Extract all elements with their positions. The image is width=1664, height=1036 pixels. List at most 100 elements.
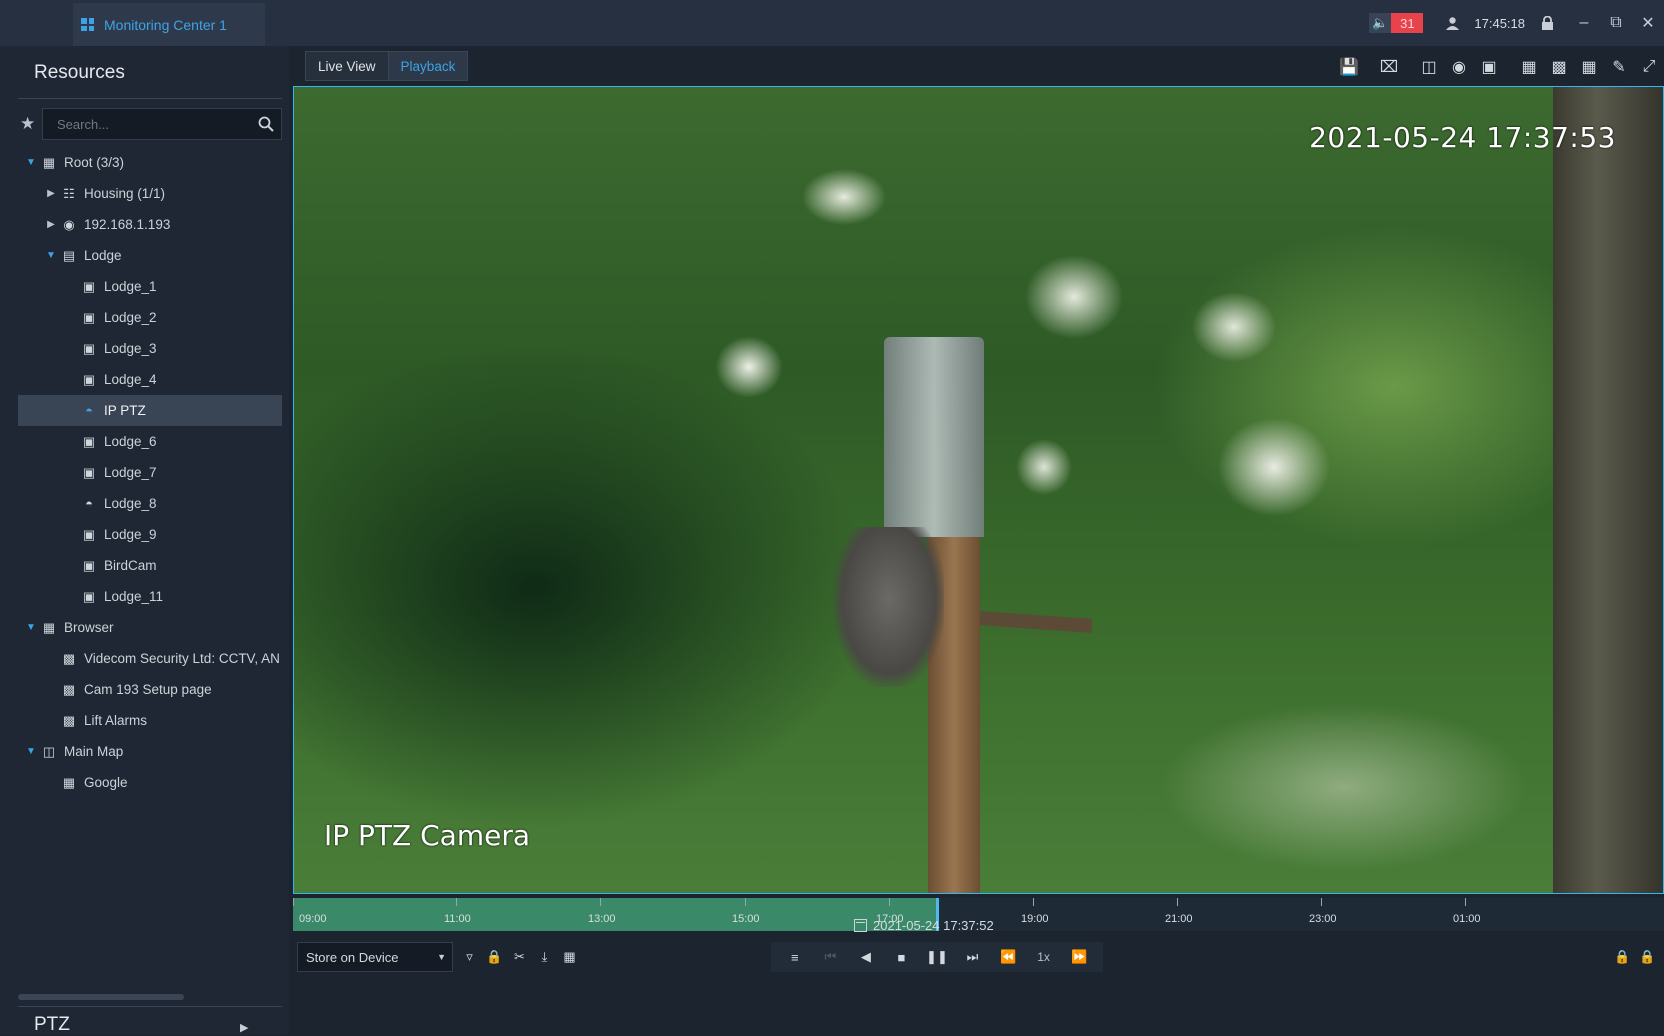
node-label: Lodge_9 [104, 527, 157, 542]
storage-select[interactable]: Store on Device ▼ [297, 942, 453, 972]
close-all-icon[interactable]: ⌧ [1374, 52, 1404, 82]
restore-icon[interactable]: ⧉ [1600, 14, 1632, 32]
node-label: Lift Alarms [84, 713, 148, 728]
next-frame-icon[interactable]: ⏭ [960, 949, 986, 965]
main-area: Live View Playback 💾 ⌧ ◫ ◉ ▣ ▦ ▩ ▦ ✎ ⤢ 2… [289, 46, 1664, 1035]
node-label: Lodge_7 [104, 465, 157, 480]
search-input[interactable] [43, 109, 251, 139]
collapse-arrow-icon[interactable]: ▶ [42, 188, 60, 199]
capture-icon[interactable]: ◉ [1444, 52, 1474, 82]
sync-icon[interactable]: ≡ [782, 950, 808, 965]
video-window[interactable]: 2021-05-24 17:37:53 IP PTZ Camera [293, 86, 1664, 894]
grid-icon [81, 18, 94, 31]
title-bar: Monitoring Center 1 🔈 31 17:45:18 – ⧉ ✕ [0, 0, 1664, 46]
fullscreen-window-icon[interactable]: ▣ [1474, 52, 1504, 82]
minimize-icon[interactable]: – [1568, 14, 1600, 32]
lock-icon[interactable]: 🔒 [1610, 945, 1635, 969]
tree-node-lodge-2[interactable]: ▣ Lodge_2 [18, 302, 282, 333]
tick [600, 898, 601, 906]
tree-node-lodge-7[interactable]: ▣ Lodge_7 [18, 457, 282, 488]
tree-node-birdcam[interactable]: ▣ BirdCam [18, 550, 282, 581]
tick [1321, 898, 1322, 906]
tree-node-lodge-8[interactable]: ◓ Lodge_8 [18, 488, 282, 519]
tree-node-videcom[interactable]: ▩ Videcom Security Ltd: CCTV, AN [18, 643, 282, 674]
collapse-arrow-icon[interactable]: ▶ [42, 219, 60, 230]
reverse-play-icon[interactable]: ◀ [853, 949, 879, 965]
node-label: Browser [64, 620, 114, 635]
layout-16-icon[interactable]: ▦ [1574, 52, 1604, 82]
expand-arrow-icon[interactable]: ▼ [22, 746, 40, 757]
lock-all-icon[interactable]: 🔒 [1635, 945, 1660, 969]
download-icon[interactable]: ⤓ [532, 945, 557, 969]
ptz-panel-title[interactable]: PTZ [34, 1014, 70, 1036]
tree-node-lodge-3[interactable]: ▣ Lodge_3 [18, 333, 282, 364]
lock-record-icon[interactable]: 🔒 [482, 945, 507, 969]
tree-node-housing[interactable]: ▶ ☷ Housing (1/1) [18, 178, 282, 209]
speed-up-icon[interactable]: ⏩ [1066, 949, 1092, 965]
expand-arrow-icon[interactable]: ▼ [42, 250, 60, 261]
alarm-indicator[interactable]: 🔈 31 [1369, 13, 1424, 33]
bird-feeder [884, 337, 984, 537]
slow-down-icon[interactable]: ⏪ [995, 949, 1021, 965]
tree-node-ip-ptz[interactable]: ◓ IP PTZ [18, 395, 282, 426]
map-layer-icon: ▦ [62, 774, 76, 790]
tick [456, 898, 457, 906]
tab-playback[interactable]: Playback [388, 51, 469, 81]
divider [18, 1006, 282, 1007]
tick [293, 898, 294, 906]
tree-node-root[interactable]: ▼ ▦ Root (3/3) [18, 147, 282, 178]
expand-arrow-icon[interactable]: ▼ [22, 622, 40, 633]
pause-icon[interactable]: ❚❚ [924, 949, 950, 965]
calendar-icon[interactable] [854, 919, 867, 932]
recorder-icon: ▤ [62, 247, 76, 263]
expand-right-icon[interactable]: ▶ [240, 1021, 248, 1034]
tab-monitoring-center[interactable]: Monitoring Center 1 [73, 3, 265, 46]
layout-9-icon[interactable]: ▩ [1544, 52, 1574, 82]
star-icon[interactable]: ★ [20, 114, 35, 134]
search-record-icon[interactable]: ▦ [557, 945, 582, 969]
osd-timestamp: 2021-05-24 17:37:53 [1309, 121, 1616, 154]
node-label: Lodge_6 [104, 434, 157, 449]
tab-live-view[interactable]: Live View [305, 51, 389, 81]
tree-node-cam193[interactable]: ▩ Cam 193 Setup page [18, 674, 282, 705]
tick [889, 898, 890, 906]
custom-layout-icon[interactable]: ✎ [1604, 52, 1634, 82]
horizontal-scrollbar[interactable] [18, 994, 184, 1000]
filter-icon[interactable]: ▿ [457, 945, 482, 969]
tree-node-lodge-4[interactable]: ▣ Lodge_4 [18, 364, 282, 395]
tree-node-ip[interactable]: ▶ ◉ 192.168.1.193 [18, 209, 282, 240]
playback-speed: 1x [1037, 950, 1050, 964]
user-icon[interactable] [1445, 16, 1460, 31]
tree-node-lodge-11[interactable]: ▣ Lodge_11 [18, 581, 282, 612]
search-box [42, 108, 282, 140]
layout-4-icon[interactable]: ▦ [1514, 52, 1544, 82]
tree-node-lodge-9[interactable]: ▣ Lodge_9 [18, 519, 282, 550]
resources-panel: Resources ★ ▼ ▦ Root (3/3) ▶ ☷ Housing (… [0, 46, 289, 1035]
tree-node-lodge-6[interactable]: ▣ Lodge_6 [18, 426, 282, 457]
network-icon: ☷ [63, 185, 75, 201]
search-icon[interactable] [251, 116, 281, 132]
node-label: Lodge_11 [104, 589, 164, 604]
split-window-icon[interactable]: ◫ [1414, 52, 1444, 82]
node-label: Lodge [84, 248, 122, 263]
lock-icon[interactable] [1541, 16, 1554, 30]
tree-node-lodge-1[interactable]: ▣ Lodge_1 [18, 271, 282, 302]
close-icon[interactable]: ✕ [1632, 13, 1664, 33]
tree-node-browser[interactable]: ▼ ▦ Browser [18, 612, 282, 643]
previous-icon[interactable]: ⏮ [817, 949, 843, 965]
save-icon[interactable]: 💾 [1334, 52, 1364, 82]
camera-icon: ▣ [82, 464, 96, 480]
storage-select-value: Store on Device [306, 949, 399, 965]
tree-trunk [1553, 87, 1663, 893]
tree-node-lift-alarms[interactable]: ▩ Lift Alarms [18, 705, 282, 736]
expand-arrow-icon[interactable]: ▼ [22, 157, 40, 168]
current-time[interactable]: 2021-05-24 17:37:52 [854, 918, 994, 933]
tree-node-main-map[interactable]: ▼ ◫ Main Map [18, 736, 282, 767]
org-icon: ▦ [42, 619, 56, 635]
clip-icon[interactable]: ✂ [507, 945, 532, 969]
tree-node-google[interactable]: ▦ Google [18, 767, 282, 798]
stop-icon[interactable]: ■ [888, 950, 914, 965]
map-icon: ◫ [42, 743, 56, 759]
fullscreen-icon[interactable]: ⤢ [1634, 52, 1664, 82]
tree-node-lodge[interactable]: ▼ ▤ Lodge [18, 240, 282, 271]
